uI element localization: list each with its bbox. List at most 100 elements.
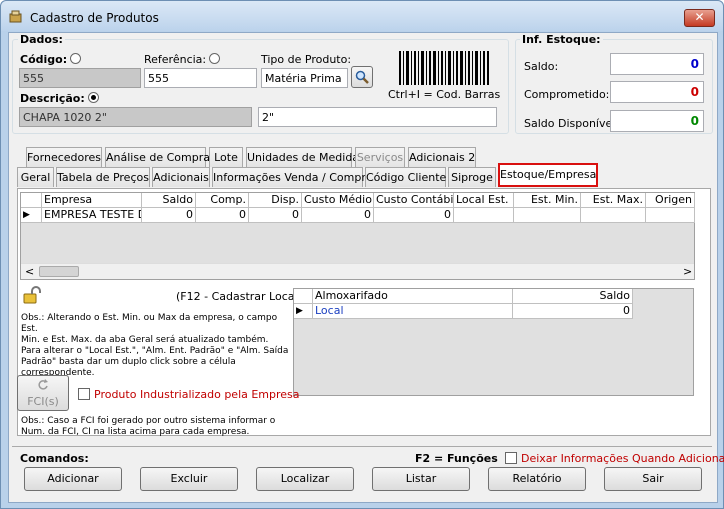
grid-header-saldo[interactable]: Saldo: [142, 193, 196, 208]
app-icon: [9, 10, 22, 23]
tipo-produto-label: Tipo de Produto:: [261, 53, 352, 66]
descricao-radio[interactable]: [87, 92, 99, 103]
grid-cell-local-est[interactable]: [454, 208, 514, 223]
obs-estoque-note: Obs.: Alterando o Est. Min. ou Max da em…: [21, 313, 293, 379]
saldo-disponivel-value: 0: [610, 110, 704, 132]
dados-group-title: Dados:: [18, 33, 65, 46]
almox-cell-saldo[interactable]: 0: [513, 304, 633, 319]
window-title: Cadastro de Produtos: [30, 11, 159, 25]
tipo-produto-field[interactable]: Matéria Prima: [261, 68, 348, 88]
almoxarifado-grid: Almoxarifado Saldo ▶ Local 0: [293, 288, 694, 396]
almox-header-almoxarifado[interactable]: Almoxarifado: [313, 289, 513, 304]
relatorio-button[interactable]: Relatório: [488, 467, 586, 491]
tab-servicos[interactable]: Serviços: [355, 147, 405, 167]
tab-adicionais[interactable]: Adicionais: [152, 167, 210, 187]
grid-header-custo-medio[interactable]: Custo Médio: [302, 193, 374, 208]
grid-header-custo-contabil[interactable]: Custo Contábil: [374, 193, 454, 208]
obs-line: Para alterar o "Local Est.", "Alm. Ent. …: [21, 346, 289, 356]
deixar-informacoes-checkbox[interactable]: [505, 452, 517, 464]
saldo-value: 0: [610, 53, 704, 75]
codigo-label: Código:: [20, 53, 82, 66]
grid-cell-est-max[interactable]: [581, 208, 646, 223]
grid-header-local-est[interactable]: Local Est.: [454, 193, 514, 208]
lock-icon[interactable]: [22, 286, 42, 304]
adicionar-button[interactable]: Adicionar: [24, 467, 122, 491]
tab-fornecedores[interactable]: Fornecedores: [26, 147, 102, 167]
refresh-icon: [38, 379, 48, 390]
tab-informacoes-venda-compra[interactable]: Informações Venda / Compra: [212, 167, 373, 187]
tab-geral[interactable]: Geral: [17, 167, 54, 187]
f12-hint: (F12 - Cadastrar Local): [176, 290, 302, 303]
grid-horizontal-scrollbar[interactable]: < >: [21, 263, 694, 279]
fci-button-label: FCI(s): [27, 395, 59, 408]
industrializado-label: Produto Industrializado pela Empresa: [94, 388, 300, 401]
grid-cell-est-min[interactable]: [514, 208, 581, 223]
descricao-label: Descrição:: [20, 92, 99, 105]
almox-row-marker: ▶: [294, 304, 313, 319]
referencia-label: Referência:: [144, 53, 221, 66]
deixar-informacoes-label: Deixar Informações Quando Adicionar: [521, 452, 724, 465]
grid-header-est-max[interactable]: Est. Max.: [581, 193, 646, 208]
tab-unidades-de-medida[interactable]: Unidades de Medida: [246, 147, 359, 167]
listar-button[interactable]: Listar: [372, 467, 470, 491]
obs-line: Obs.: Alterando o Est. Min. ou Max da em…: [21, 313, 278, 334]
scroll-thumb[interactable]: [39, 266, 79, 277]
tab-adicionais-2[interactable]: Adicionais 2: [408, 147, 476, 167]
obs-line: Obs.: Caso a FCI foi gerado por outro si…: [21, 416, 276, 426]
almox-cell-local[interactable]: Local: [313, 304, 513, 319]
window: Cadastro de Produtos ✕ Dados: Código: 55…: [0, 0, 724, 509]
search-button[interactable]: [351, 66, 373, 88]
almox-header-saldo[interactable]: Saldo: [513, 289, 633, 304]
localizar-button[interactable]: Localizar: [256, 467, 354, 491]
sair-button[interactable]: Sair: [604, 467, 702, 491]
barcode-hint: Ctrl+I = Cod. Barras: [388, 88, 501, 101]
fci-button[interactable]: FCI(s): [17, 375, 69, 411]
descricao-extra-field[interactable]: 2": [258, 107, 497, 127]
tab-tabela-de-precos[interactable]: Tabela de Preços: [56, 167, 150, 187]
close-button[interactable]: ✕: [684, 9, 715, 27]
grid-header-est-min[interactable]: Est. Min.: [514, 193, 581, 208]
referencia-field[interactable]: 555: [144, 68, 257, 88]
comprometido-label: Comprometido:: [524, 88, 610, 101]
grid-cell-custo-medio[interactable]: 0: [302, 208, 374, 223]
title-bar: Cadastro de Produtos ✕: [1, 1, 723, 31]
grid-cell-saldo[interactable]: 0: [142, 208, 196, 223]
f2-hint: F2 = Funções: [415, 452, 498, 465]
grid-cell-origen[interactable]: [646, 208, 695, 223]
saldo-disponivel-label: Saldo Disponível:: [524, 117, 620, 130]
grid-header-origen[interactable]: Origen: [646, 193, 695, 208]
comandos-separator: [12, 446, 712, 447]
search-icon: [355, 70, 369, 84]
grid-corner: [21, 193, 42, 208]
grid-header-comp[interactable]: Comp.: [196, 193, 249, 208]
grid-cell-empresa[interactable]: EMPRESA TESTE DE: [42, 208, 142, 223]
estoque-group-title: Inf. Estoque:: [520, 33, 603, 46]
grid-header-empresa[interactable]: Empresa: [42, 193, 142, 208]
grid-cell-comp[interactable]: 0: [196, 208, 249, 223]
grid-row-marker: ▶: [21, 208, 42, 223]
industrializado-checkbox[interactable]: [78, 388, 90, 400]
grid-cell-custo-contabil[interactable]: 0: [374, 208, 454, 223]
comprometido-value: 0: [610, 81, 704, 103]
tab-estoque-empresa[interactable]: Estoque/Empresa: [498, 163, 598, 187]
scroll-left-arrow[interactable]: <: [25, 265, 34, 278]
obs-line: Min. e Est. Max. da aba Geral será atual…: [21, 335, 269, 345]
saldo-label: Saldo:: [524, 60, 559, 73]
codigo-radio[interactable]: [70, 53, 82, 64]
tab-analise-de-compra[interactable]: Análise de Compra: [105, 147, 210, 167]
referencia-radio[interactable]: [209, 53, 221, 64]
tab-codigo-cliente[interactable]: Código Cliente: [365, 167, 446, 187]
tab-lote[interactable]: Lote: [209, 147, 243, 167]
grid-header-disp[interactable]: Disp.: [249, 193, 302, 208]
codigo-field[interactable]: 555: [19, 68, 141, 88]
excluir-button[interactable]: Excluir: [140, 467, 238, 491]
almox-grid-corner: [294, 289, 313, 304]
client-area: Dados: Código: 555 Referência: 555 Tipo …: [8, 32, 724, 503]
grid-cell-disp[interactable]: 0: [249, 208, 302, 223]
scroll-right-arrow[interactable]: >: [683, 265, 692, 278]
descricao-field[interactable]: CHAPA 1020 2": [19, 107, 252, 127]
barcode-icon[interactable]: [399, 51, 491, 85]
comandos-title: Comandos:: [20, 452, 89, 465]
tab-siproge[interactable]: Siproge: [448, 167, 496, 187]
obs-fci-note: Obs.: Caso a FCI foi gerado por outro si…: [21, 416, 293, 438]
